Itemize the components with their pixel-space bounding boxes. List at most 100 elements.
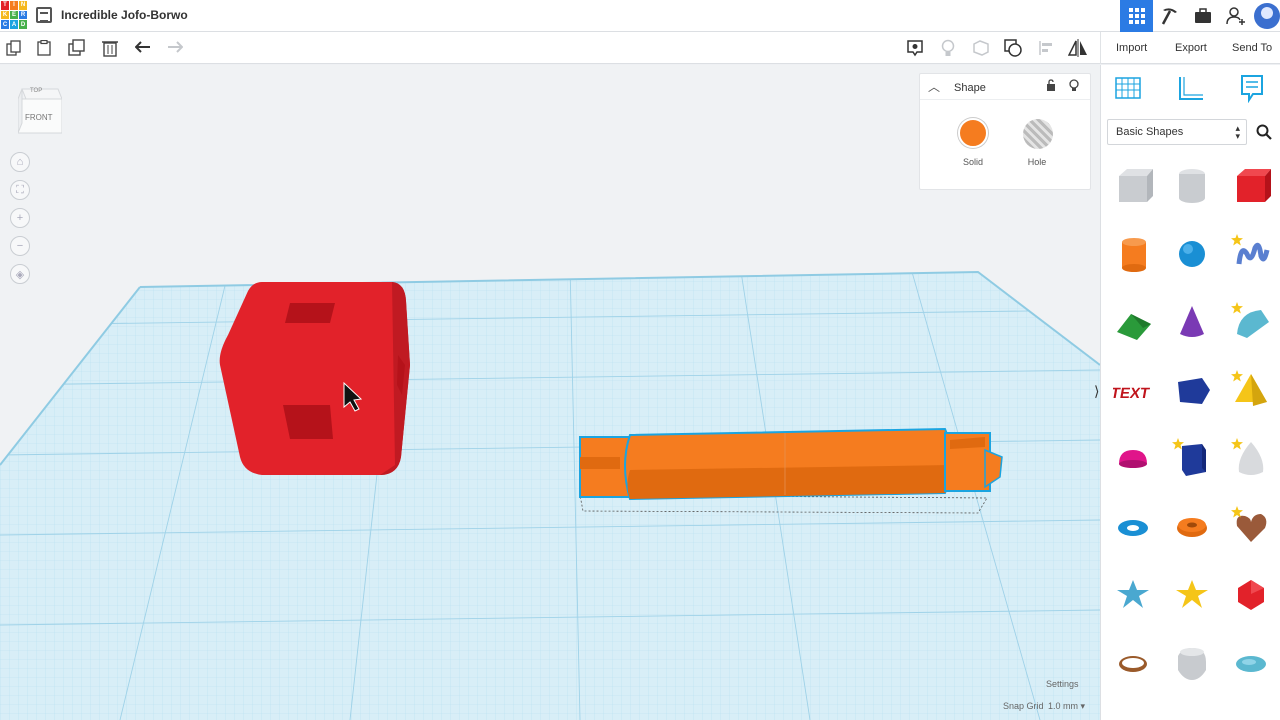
shape-extruded-heart[interactable] bbox=[1165, 631, 1219, 693]
light-bulb-icon[interactable] bbox=[1069, 79, 1079, 95]
blocks-view-button[interactable] bbox=[1153, 0, 1186, 32]
copy-icon[interactable] bbox=[4, 38, 24, 58]
view-cube-top-label: TOP bbox=[30, 88, 43, 94]
shape-half-sphere[interactable] bbox=[1106, 427, 1160, 489]
collapse-panel-icon[interactable]: ⟩ bbox=[1094, 383, 1104, 403]
ungroup-icon[interactable] bbox=[1003, 38, 1023, 58]
select-arrows-icon: ▴ ▾ bbox=[1235, 123, 1240, 141]
svg-text:TEXT: TEXT bbox=[1113, 385, 1151, 402]
shape-star[interactable] bbox=[1106, 563, 1160, 625]
favorite-star-icon bbox=[1231, 506, 1243, 518]
shape-roof[interactable] bbox=[1106, 291, 1160, 353]
shape-ellipsoid[interactable] bbox=[1224, 631, 1278, 693]
red-box-shape[interactable] bbox=[219, 282, 410, 475]
pickaxe-icon bbox=[1161, 8, 1177, 25]
cylinder-hole-icon bbox=[1179, 169, 1205, 203]
view-cube-front-label: FRONT bbox=[25, 113, 53, 122]
shape-cone[interactable] bbox=[1165, 291, 1219, 353]
group-icon[interactable] bbox=[971, 38, 991, 58]
ring-icon bbox=[1119, 656, 1147, 672]
icosahedron-icon bbox=[1238, 580, 1264, 610]
ruler-icon[interactable] bbox=[1175, 73, 1211, 109]
3d-design-view-button[interactable] bbox=[1120, 0, 1153, 32]
design-list-icon[interactable] bbox=[36, 7, 52, 23]
fit-view-icon[interactable]: ⛶ bbox=[10, 180, 30, 200]
zoom-in-icon[interactable]: + bbox=[10, 208, 30, 228]
shape-torus[interactable] bbox=[1106, 495, 1160, 557]
search-icon[interactable] bbox=[1251, 119, 1277, 145]
delete-icon[interactable] bbox=[100, 38, 120, 58]
shape-ring[interactable] bbox=[1106, 631, 1160, 693]
zoom-out-icon[interactable]: − bbox=[10, 236, 30, 256]
hole-label: Hole bbox=[1027, 157, 1047, 167]
shape-category-value: Basic Shapes bbox=[1116, 126, 1184, 138]
settings-button[interactable]: Settings bbox=[1046, 679, 1079, 689]
box-hole-icon bbox=[1119, 169, 1153, 202]
workplane-icon[interactable] bbox=[1113, 73, 1149, 109]
shape-box-hole[interactable] bbox=[1106, 155, 1160, 217]
shape-category-select[interactable]: Basic Shapes ▴ ▾ bbox=[1107, 119, 1247, 145]
shape-star-6[interactable] bbox=[1165, 563, 1219, 625]
solid-label: Solid bbox=[962, 157, 983, 167]
shape-text[interactable]: TEXT bbox=[1106, 359, 1160, 421]
box-icon bbox=[1237, 169, 1271, 202]
light-bulb-icon[interactable] bbox=[938, 38, 958, 58]
shape-round-roof[interactable] bbox=[1224, 291, 1278, 353]
shape-polygon[interactable] bbox=[1165, 359, 1219, 421]
shape-paraboloid[interactable] bbox=[1224, 427, 1278, 489]
solid-color-swatch[interactable] bbox=[958, 118, 988, 148]
shape-scribble[interactable] bbox=[1224, 223, 1278, 285]
lock-icon[interactable] bbox=[1046, 79, 1056, 94]
star-6-icon bbox=[1176, 580, 1208, 608]
snap-grid-label: Snap Grid bbox=[1003, 701, 1044, 711]
user-avatar[interactable] bbox=[1254, 3, 1280, 29]
favorite-star-icon bbox=[1231, 234, 1243, 246]
invite-people-button[interactable] bbox=[1219, 0, 1252, 32]
duplicate-icon[interactable] bbox=[67, 38, 87, 58]
import-button[interactable]: Import bbox=[1116, 42, 1147, 54]
roof-icon bbox=[1117, 314, 1151, 340]
snap-grid-select[interactable]: 1.0 mm ▾ bbox=[1048, 701, 1085, 712]
shape-tube[interactable] bbox=[1165, 495, 1219, 557]
notes-panel-icon[interactable] bbox=[1237, 73, 1273, 109]
sphere-icon bbox=[1179, 241, 1205, 267]
home-view-icon[interactable]: ⌂ bbox=[10, 152, 30, 172]
export-button[interactable]: Export bbox=[1175, 42, 1207, 54]
snap-grid-value: 1.0 mm bbox=[1048, 701, 1079, 711]
add-user-icon bbox=[1225, 7, 1245, 25]
shape-box[interactable] bbox=[1224, 155, 1278, 217]
mirror-icon[interactable] bbox=[1068, 38, 1088, 58]
favorite-star-icon bbox=[1231, 370, 1243, 382]
perspective-icon[interactable]: ◈ bbox=[10, 264, 30, 284]
briefcase-icon bbox=[1194, 8, 1211, 23]
cylinder-icon bbox=[1122, 238, 1146, 272]
polygon-icon bbox=[1178, 378, 1210, 404]
shape-icosahedron[interactable] bbox=[1224, 563, 1278, 625]
redo-icon[interactable] bbox=[165, 38, 185, 58]
lessons-button[interactable] bbox=[1186, 0, 1219, 32]
shape-panel-title: Shape bbox=[954, 82, 986, 94]
grid-icon bbox=[1128, 8, 1145, 24]
view-cube[interactable]: TOP FRONT bbox=[17, 83, 63, 134]
shape-pyramid[interactable] bbox=[1224, 359, 1278, 421]
shape-cylinder[interactable] bbox=[1106, 223, 1160, 285]
notes-icon[interactable] bbox=[905, 38, 925, 58]
shape-hexagonal-prism[interactable] bbox=[1165, 427, 1219, 489]
shape-inspector: ︿ Shape Solid Hole bbox=[919, 73, 1091, 190]
extruded-heart-icon bbox=[1178, 648, 1206, 680]
design-title[interactable]: Incredible Jofo-Borwo bbox=[61, 8, 188, 22]
collapse-icon[interactable]: ︿ bbox=[928, 78, 940, 95]
ellipsoid-icon bbox=[1236, 656, 1266, 672]
paste-icon[interactable] bbox=[34, 38, 54, 58]
favorite-star-icon bbox=[1231, 302, 1243, 314]
shape-cylinder-hole[interactable] bbox=[1165, 155, 1219, 217]
hole-swatch[interactable] bbox=[1023, 119, 1053, 149]
send-to-button[interactable]: Send To bbox=[1232, 42, 1272, 54]
shape-sphere[interactable] bbox=[1165, 223, 1219, 285]
text-icon: TEXT bbox=[1113, 385, 1151, 402]
tinkercad-logo[interactable]: T I N K E R C A D bbox=[0, 0, 28, 30]
edit-toolbar: Import Export Send To bbox=[0, 32, 1280, 64]
align-icon[interactable] bbox=[1036, 38, 1056, 58]
undo-icon[interactable] bbox=[133, 38, 153, 58]
shape-heart[interactable] bbox=[1224, 495, 1278, 557]
